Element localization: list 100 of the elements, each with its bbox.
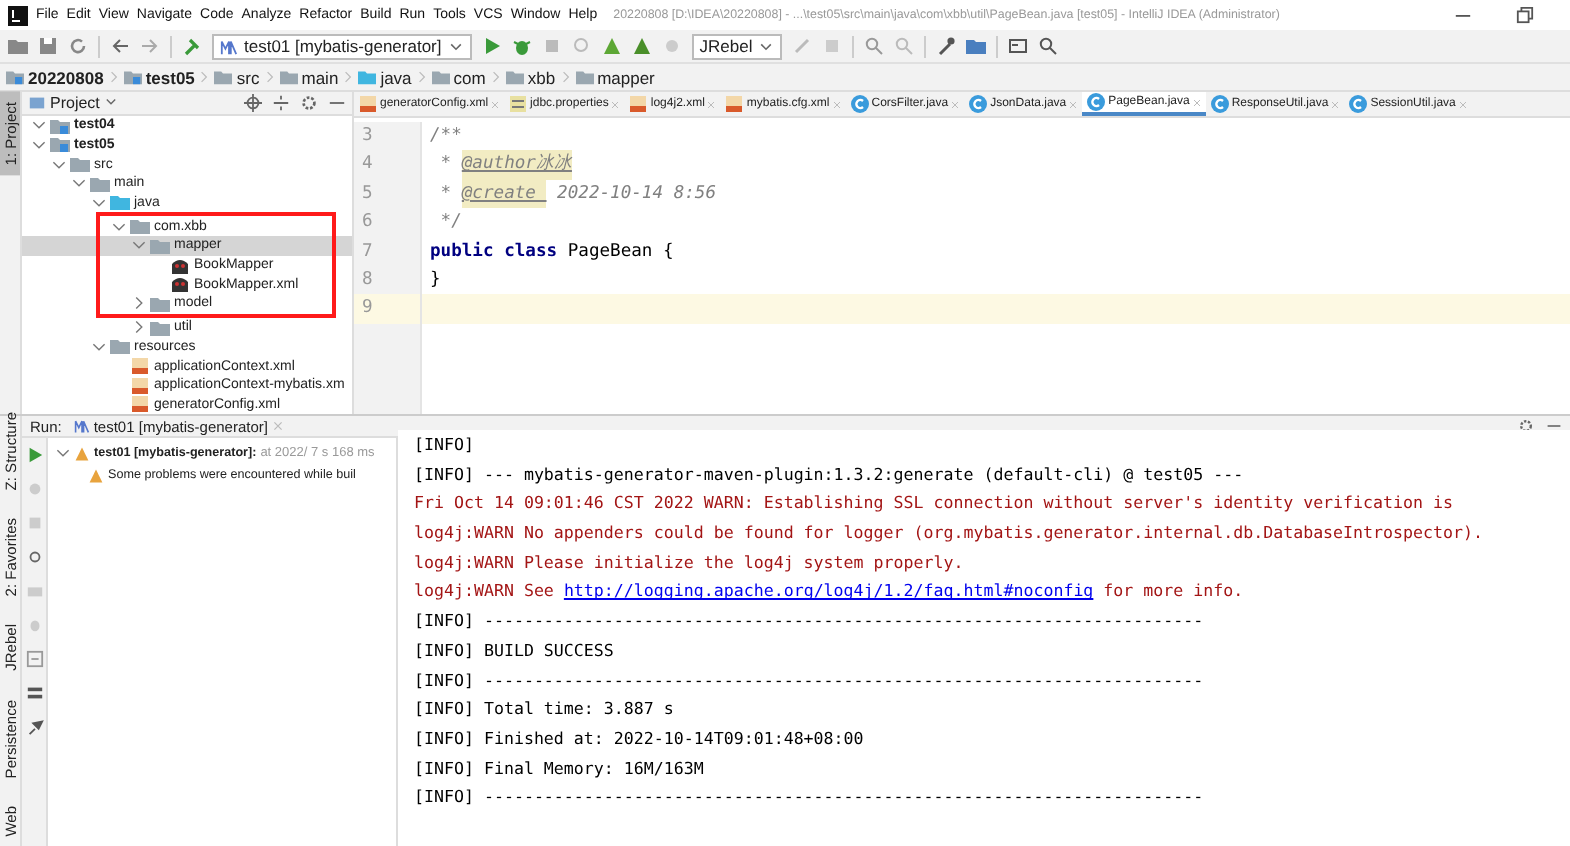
save-icon[interactable]	[38, 36, 58, 56]
project-structure-icon[interactable]	[966, 36, 987, 56]
breadcrumb-item[interactable]: com	[431, 67, 486, 87]
eye-icon[interactable]	[25, 548, 43, 566]
close-icon[interactable]	[1330, 99, 1341, 109]
class-file-icon	[1209, 94, 1230, 114]
run-icon[interactable]	[481, 36, 502, 56]
console-text: [INFO] BUILD SUCCESS	[414, 637, 614, 664]
code-line: }	[428, 267, 443, 294]
collapse-icon[interactable]	[272, 94, 290, 113]
code-line: public class PageBean {	[428, 239, 676, 266]
restore-icon[interactable]	[1516, 6, 1534, 24]
breadcrumb-item[interactable]: xbb	[505, 67, 556, 87]
gear-icon[interactable]	[300, 94, 318, 113]
breadcrumb-item[interactable]: main	[279, 67, 339, 87]
class-file-icon	[1086, 92, 1107, 112]
line-number: 3	[360, 124, 375, 150]
line-number: 8	[360, 267, 375, 294]
layout-icon[interactable]	[25, 684, 43, 702]
class-file-icon	[1348, 94, 1369, 114]
terminal-icon[interactable]	[1008, 36, 1029, 56]
folder-icon	[150, 293, 170, 314]
module-folder-icon	[50, 115, 70, 136]
console-link[interactable]: http://logging.apache.org/log4j/1.2/faq.html#noconfig	[563, 576, 1094, 607]
zoom-icon[interactable]	[894, 36, 915, 56]
bird-icon	[170, 255, 190, 276]
search-icon[interactable]	[1038, 36, 1059, 56]
debug-icon[interactable]	[511, 36, 532, 56]
chevron-icon	[415, 68, 428, 86]
module-folder-icon	[50, 134, 70, 155]
module-folder-icon	[123, 68, 142, 86]
close-icon[interactable]	[1068, 99, 1079, 109]
folder-icon	[575, 68, 594, 86]
console-text: [INFO] ------------------------------------------------------------------------	[414, 667, 1204, 693]
folder-icon	[150, 317, 170, 338]
close-icon[interactable]	[1191, 97, 1202, 107]
expanded-chevron-icon	[56, 446, 70, 460]
chevron-icon	[263, 68, 276, 86]
folder-icon	[90, 173, 110, 194]
folder-icon	[279, 68, 298, 86]
chevron-icon	[489, 68, 502, 86]
breadcrumb-item[interactable]: test05	[123, 67, 195, 87]
forward-arrow-icon[interactable]	[140, 36, 160, 56]
gear-icon[interactable]	[1518, 418, 1534, 434]
hammer-icon[interactable]	[182, 36, 202, 56]
close-icon[interactable]	[950, 99, 961, 109]
folder-icon	[110, 336, 130, 357]
breadcrumb-item[interactable]: mapper	[575, 67, 655, 87]
code-line: * @create 2022-10-14 8:56	[422, 179, 1570, 209]
exit-icon[interactable]	[25, 650, 43, 668]
refresh-icon[interactable]	[68, 36, 88, 56]
coverage-icon[interactable]	[541, 36, 562, 56]
maven-icon	[220, 37, 238, 55]
xml-file-icon	[628, 94, 649, 114]
breadcrumb-item[interactable]: java	[358, 67, 412, 87]
code-line: */	[438, 210, 464, 237]
folder-icon	[431, 68, 450, 86]
chevron-icon	[559, 68, 572, 86]
class-file-icon	[849, 94, 870, 114]
close-icon[interactable]	[1457, 99, 1468, 109]
jrebel-dropdown[interactable]: JRebel	[691, 33, 783, 59]
bird-icon	[170, 274, 190, 295]
back-arrow-icon[interactable]	[110, 36, 130, 56]
console-text: [INFO] Total time: 3.887 s	[414, 696, 674, 723]
properties-file-icon	[508, 94, 529, 114]
breadcrumb-item[interactable]: 20220808	[6, 67, 104, 87]
folder-icon	[505, 68, 524, 86]
xml-file-icon	[358, 94, 378, 114]
open-folder-icon[interactable]	[8, 36, 28, 56]
rebel-run-icon[interactable]	[601, 36, 622, 56]
chevron-icon	[198, 68, 211, 86]
console-text: [INFO] ------------------------------------------------------------------------	[414, 784, 1204, 811]
close-icon[interactable]	[490, 99, 501, 109]
close-icon[interactable]	[831, 99, 842, 109]
maven-icon	[73, 418, 90, 434]
code-line: * @author冰冰	[422, 150, 1570, 180]
caret-icon	[447, 38, 464, 54]
console-text: log4j:WARN See	[414, 578, 556, 605]
class-file-icon	[968, 94, 989, 114]
console-text: Fri Oct 14 09:01:46 CST 2022 WARN: Establishing SSL connection without server's identity verification is	[414, 490, 1453, 517]
console-text: [INFO] Final Memory: 16M/163M	[414, 755, 704, 782]
locate-icon[interactable]	[244, 94, 262, 113]
close-icon[interactable]	[706, 99, 717, 109]
close-icon[interactable]	[271, 420, 284, 432]
chevron-icon	[342, 68, 355, 86]
breadcrumb-item[interactable]: src	[214, 67, 260, 87]
rebel-debug-icon[interactable]	[631, 36, 652, 56]
run-configuration-dropdown[interactable]: test01 [mybatis-generator]	[212, 33, 472, 59]
code-line: /**	[428, 124, 464, 150]
xml-file-icon	[130, 356, 150, 377]
folder-icon	[358, 68, 377, 86]
pin-icon[interactable]	[25, 718, 43, 736]
close-icon[interactable]	[610, 99, 621, 109]
console-text: [INFO] --- mybatis-generator-maven-plugin:1.3.2:generate (default-cli) @ test05 ---	[414, 461, 1244, 488]
folder-icon	[70, 154, 90, 175]
line-number: 9	[354, 294, 420, 324]
line-number: 7	[360, 239, 375, 266]
run-icon[interactable]	[25, 446, 43, 464]
line-number: 5	[360, 181, 375, 208]
wrench-icon[interactable]	[936, 36, 957, 56]
